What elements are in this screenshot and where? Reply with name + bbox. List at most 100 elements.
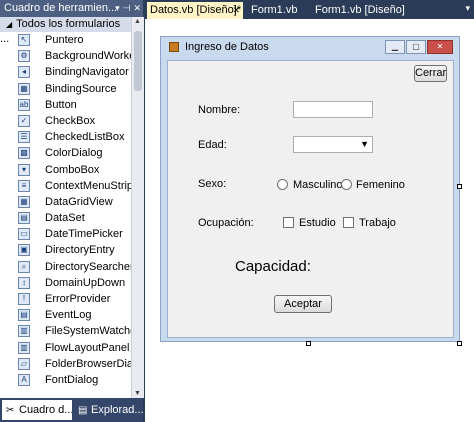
tab-form1-code-label: Form1.vb: [251, 4, 298, 16]
fontdialog-icon: A: [18, 373, 30, 386]
colordialog-icon: ▩: [18, 147, 30, 160]
checkedlistbox-icon: ☰: [18, 131, 30, 144]
toolbox-item[interactable]: A FontDialog: [0, 372, 131, 388]
close-window-icon[interactable]: ✕: [427, 40, 453, 54]
scroll-up-icon[interactable]: ▲: [134, 18, 141, 25]
edad-combobox[interactable]: ▼: [293, 136, 373, 153]
toolbox-item[interactable]: ▣ DirectoryEntry: [0, 242, 131, 258]
form-titlebar: Ingreso de Datos ▁ ▢ ✕: [161, 37, 459, 59]
trabajo-label[interactable]: Trabajo: [359, 217, 396, 229]
ocupacion-label: Ocupación:: [198, 217, 254, 229]
trabajo-checkbox[interactable]: [343, 217, 354, 228]
errorprovider-icon: !: [18, 293, 30, 305]
pin-icon[interactable]: ⊣: [123, 0, 131, 17]
toolbox-item[interactable]: ▤ EventLog: [0, 307, 131, 323]
toolbox-item-label: DirectoryEntry: [45, 244, 115, 257]
flowlayoutpanel-icon: ▥: [18, 341, 30, 354]
tab-datos-design-label: Datos.vb [Diseño]*: [150, 4, 242, 16]
combobox-arrow-icon[interactable]: ▼: [360, 139, 369, 149]
toolbox-item[interactable]: ↕ DomainUpDown: [0, 275, 131, 291]
toolbox-list: ↖ Puntero ⚙ BackgroundWorker ◂ BindingNavigat…: [0, 32, 131, 388]
toolbox-item-label: ContextMenuStrip: [45, 179, 131, 192]
toolbox-item-label: DataGridView: [45, 195, 113, 208]
aceptar-button[interactable]: Aceptar: [274, 295, 332, 313]
toolbox-item-label: ColorDialog: [45, 147, 103, 160]
toolbox-item[interactable]: ☰ CheckedListBox: [0, 129, 131, 145]
nombre-input[interactable]: [293, 101, 373, 118]
toolbox-item[interactable]: ▦ BindingSource: [0, 81, 131, 97]
maximize-icon[interactable]: ▢: [406, 40, 426, 54]
toolbox-item-label: FileSystemWatcher: [45, 325, 131, 338]
toolbox-item[interactable]: ab Button: [0, 97, 131, 113]
resize-handle-bottom[interactable]: [306, 341, 311, 346]
masculino-radio[interactable]: [277, 179, 288, 190]
datetimepicker-icon: ▭: [18, 228, 30, 241]
toolbox-item[interactable]: ⚙ BackgroundWorker: [0, 48, 131, 64]
femenino-label[interactable]: Femenino: [356, 179, 405, 191]
toolbox-item[interactable]: ▱ FolderBrowserDial...: [0, 356, 131, 372]
scroll-thumb[interactable]: [134, 31, 142, 91]
toolbox-item-label: FontDialog: [45, 373, 99, 386]
collapse-triangle-icon: ◢: [6, 20, 13, 29]
directorysearcher-icon: ⌕: [18, 260, 30, 273]
toolbox-item[interactable]: ! ErrorProvider: [0, 291, 131, 307]
explorer-tab-icon: ▤: [78, 405, 88, 416]
tab-datos-design[interactable]: Datos.vb [Diseño]* ✕: [147, 2, 243, 19]
directoryentry-icon: ▣: [18, 244, 30, 257]
checkbox-icon: ✓: [18, 114, 30, 127]
toolbox-item-label: BindingSource: [45, 82, 117, 95]
document-tabs: Datos.vb [Diseño]* ✕ Form1.vb Form1.vb [D…: [145, 0, 474, 19]
toolbox-item[interactable]: ▭ DateTimePicker: [0, 226, 131, 242]
masculino-label[interactable]: Masculino: [293, 179, 343, 191]
femenino-radio[interactable]: [341, 179, 352, 190]
form-app-icon: [169, 42, 179, 52]
filesystemwatcher-icon: ▥: [18, 325, 30, 338]
toolbox-item[interactable]: ▩ ColorDialog: [0, 145, 131, 161]
tab-form1-design[interactable]: Form1.vb [Diseño]: [315, 2, 405, 19]
toolbox-item-label: FolderBrowserDial...: [45, 357, 131, 370]
scroll-down-icon[interactable]: ▼: [134, 390, 141, 397]
datagridview-icon: ▦: [18, 195, 30, 208]
estudio-label[interactable]: Estudio: [299, 217, 336, 229]
folderbrowserdialog-icon: ▱: [18, 357, 30, 370]
tab-toolbox-label: Cuadro d...: [19, 404, 72, 416]
tab-solution-explorer[interactable]: ▤ Explorad...: [74, 400, 143, 420]
minimize-icon[interactable]: ▁: [385, 40, 405, 54]
toolbox-item[interactable]: ↖ Puntero: [0, 32, 131, 48]
toolbox-item[interactable]: ▤ DataSet: [0, 210, 131, 226]
toolbox-item[interactable]: ≡ ContextMenuStrip: [0, 178, 131, 194]
toolbox-item[interactable]: ▾ ComboBox: [0, 162, 131, 178]
toolbox-item[interactable]: ▥ FileSystemWatcher: [0, 323, 131, 339]
toolbox-item[interactable]: ▦ DataGridView: [0, 194, 131, 210]
toolbox-section-header[interactable]: ◢ Todos los formularios ...: [0, 17, 131, 45]
cerrar-button[interactable]: Cerrar: [414, 65, 447, 82]
toolbox-item-label: DomainUpDown: [45, 276, 126, 289]
tab-toolbox[interactable]: ✂ Cuadro d...: [2, 400, 72, 420]
tab-list-dropdown-icon[interactable]: ▾: [465, 3, 470, 14]
toolbox-item-label: BindingNavigator: [45, 66, 129, 79]
toolbox-item[interactable]: ✓ CheckBox: [0, 113, 131, 129]
contextmenustrip-icon: ≡: [18, 179, 30, 192]
toolbox-item[interactable]: ⌕ DirectorySearcher: [0, 259, 131, 275]
toolbox-item-label: DataSet: [45, 212, 85, 225]
dropdown-icon[interactable]: ▾: [115, 0, 120, 17]
backgroundworker-icon: ⚙: [18, 50, 30, 63]
form-ingreso-datos[interactable]: Ingreso de Datos ▁ ▢ ✕ Cerrar Nombre: Ed…: [160, 36, 460, 342]
toolbox-item-label: EventLog: [45, 309, 92, 322]
close-icon[interactable]: ✕: [133, 0, 141, 17]
toolbox-item-label: Button: [45, 98, 77, 111]
toolbox-item-label: CheckedListBox: [45, 131, 125, 144]
toolbox-bottom-tabs: ✂ Cuadro d... ▤ Explorad...: [0, 398, 143, 422]
tab-solution-explorer-label: Explorad...: [91, 404, 143, 416]
tab-form1-code[interactable]: Form1.vb: [251, 2, 297, 19]
toolbox-item[interactable]: ▥ FlowLayoutPanel: [0, 340, 131, 356]
resize-handle-corner[interactable]: [457, 341, 462, 346]
toolbox-item[interactable]: ◂ BindingNavigator: [0, 64, 131, 80]
button-icon: ab: [18, 98, 30, 111]
toolbox-title: Cuadro de herramien...: [4, 2, 118, 14]
toolbox-scrollbar[interactable]: ▲ ▼: [131, 17, 144, 398]
close-tab-icon[interactable]: ✕: [232, 2, 240, 19]
resize-handle-right[interactable]: [457, 184, 462, 189]
estudio-checkbox[interactable]: [283, 217, 294, 228]
nombre-label: Nombre:: [198, 104, 241, 116]
